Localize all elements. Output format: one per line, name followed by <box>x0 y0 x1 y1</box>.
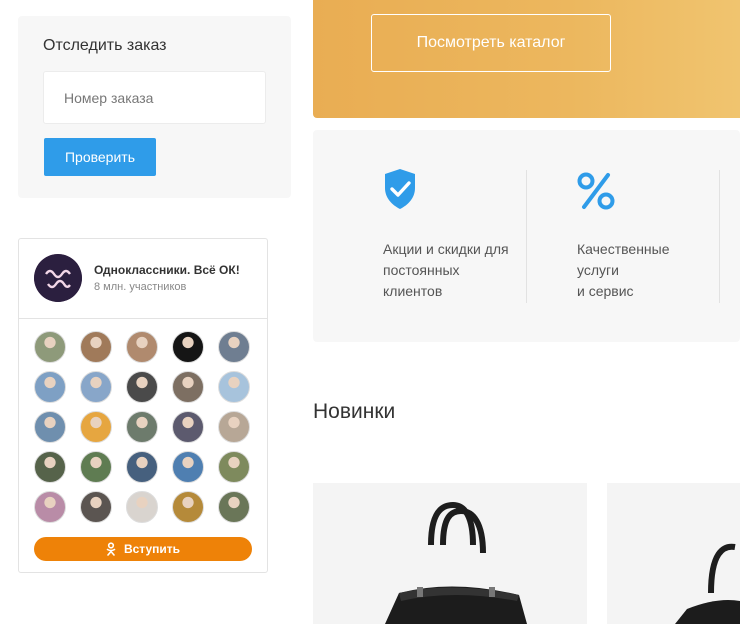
member-avatar[interactable] <box>218 411 250 443</box>
member-avatar[interactable] <box>172 331 204 363</box>
feature-service: Качественные услуги и сервис <box>577 130 717 342</box>
member-avatar[interactable] <box>126 491 158 523</box>
group-members-count: 8 млн. участников <box>94 281 187 293</box>
product-card[interactable] <box>313 483 587 624</box>
member-avatar[interactable] <box>218 331 250 363</box>
member-avatar[interactable] <box>80 331 112 363</box>
member-avatar[interactable] <box>126 331 158 363</box>
ok-logo-icon <box>106 542 116 556</box>
join-label: Вступить <box>123 542 181 556</box>
group-name[interactable]: Одноклассники. Всё ОК! <box>94 263 240 277</box>
track-order-panel: Отследить заказ Проверить <box>18 16 291 198</box>
member-avatar[interactable] <box>80 491 112 523</box>
member-avatar[interactable] <box>218 451 250 483</box>
member-avatar[interactable] <box>126 451 158 483</box>
ok-group-header: Одноклассники. Всё ОК! 8 млн. участников <box>19 239 267 319</box>
handbag-image <box>675 543 740 624</box>
member-avatar[interactable] <box>172 491 204 523</box>
member-avatar[interactable] <box>34 411 66 443</box>
member-avatar[interactable] <box>34 371 66 403</box>
promo-banner: Посмотреть каталог <box>313 0 740 118</box>
new-arrivals-title: Новинки <box>313 400 396 423</box>
member-avatar[interactable] <box>80 411 112 443</box>
order-number-input[interactable] <box>43 71 266 124</box>
feature-text-discounts: Акции и скидки для постоянных клиентов <box>383 241 509 299</box>
shield-check-icon <box>385 169 415 209</box>
member-avatar[interactable] <box>34 331 66 363</box>
feature-text-service: Качественные услуги и сервис <box>577 241 670 299</box>
percent-icon <box>577 172 615 210</box>
feature-divider <box>719 170 720 303</box>
handbag-image <box>385 501 527 624</box>
member-avatar[interactable] <box>172 371 204 403</box>
group-logo-icon <box>34 254 82 302</box>
member-avatar[interactable] <box>218 491 250 523</box>
ok-group-widget: Одноклассники. Всё ОК! 8 млн. участников… <box>18 238 268 573</box>
member-avatar[interactable] <box>172 411 204 443</box>
feature-discounts: Акции и скидки для постоянных клиентов <box>383 130 533 342</box>
member-avatar[interactable] <box>218 371 250 403</box>
product-card[interactable] <box>607 483 740 624</box>
member-avatar[interactable] <box>126 411 158 443</box>
member-avatar[interactable] <box>34 451 66 483</box>
check-order-button[interactable]: Проверить <box>44 138 156 176</box>
member-avatar[interactable] <box>80 451 112 483</box>
members-grid <box>34 331 254 523</box>
view-catalog-button[interactable]: Посмотреть каталог <box>371 14 611 72</box>
features-panel: Акции и скидки для постоянных клиентов К… <box>313 130 740 342</box>
join-group-button[interactable]: Вступить <box>34 537 252 561</box>
track-order-title: Отследить заказ <box>43 37 167 54</box>
member-avatar[interactable] <box>172 451 204 483</box>
member-avatar[interactable] <box>80 371 112 403</box>
feature-divider <box>526 170 527 303</box>
member-avatar[interactable] <box>126 371 158 403</box>
group-avatar[interactable] <box>34 254 82 302</box>
member-avatar[interactable] <box>34 491 66 523</box>
